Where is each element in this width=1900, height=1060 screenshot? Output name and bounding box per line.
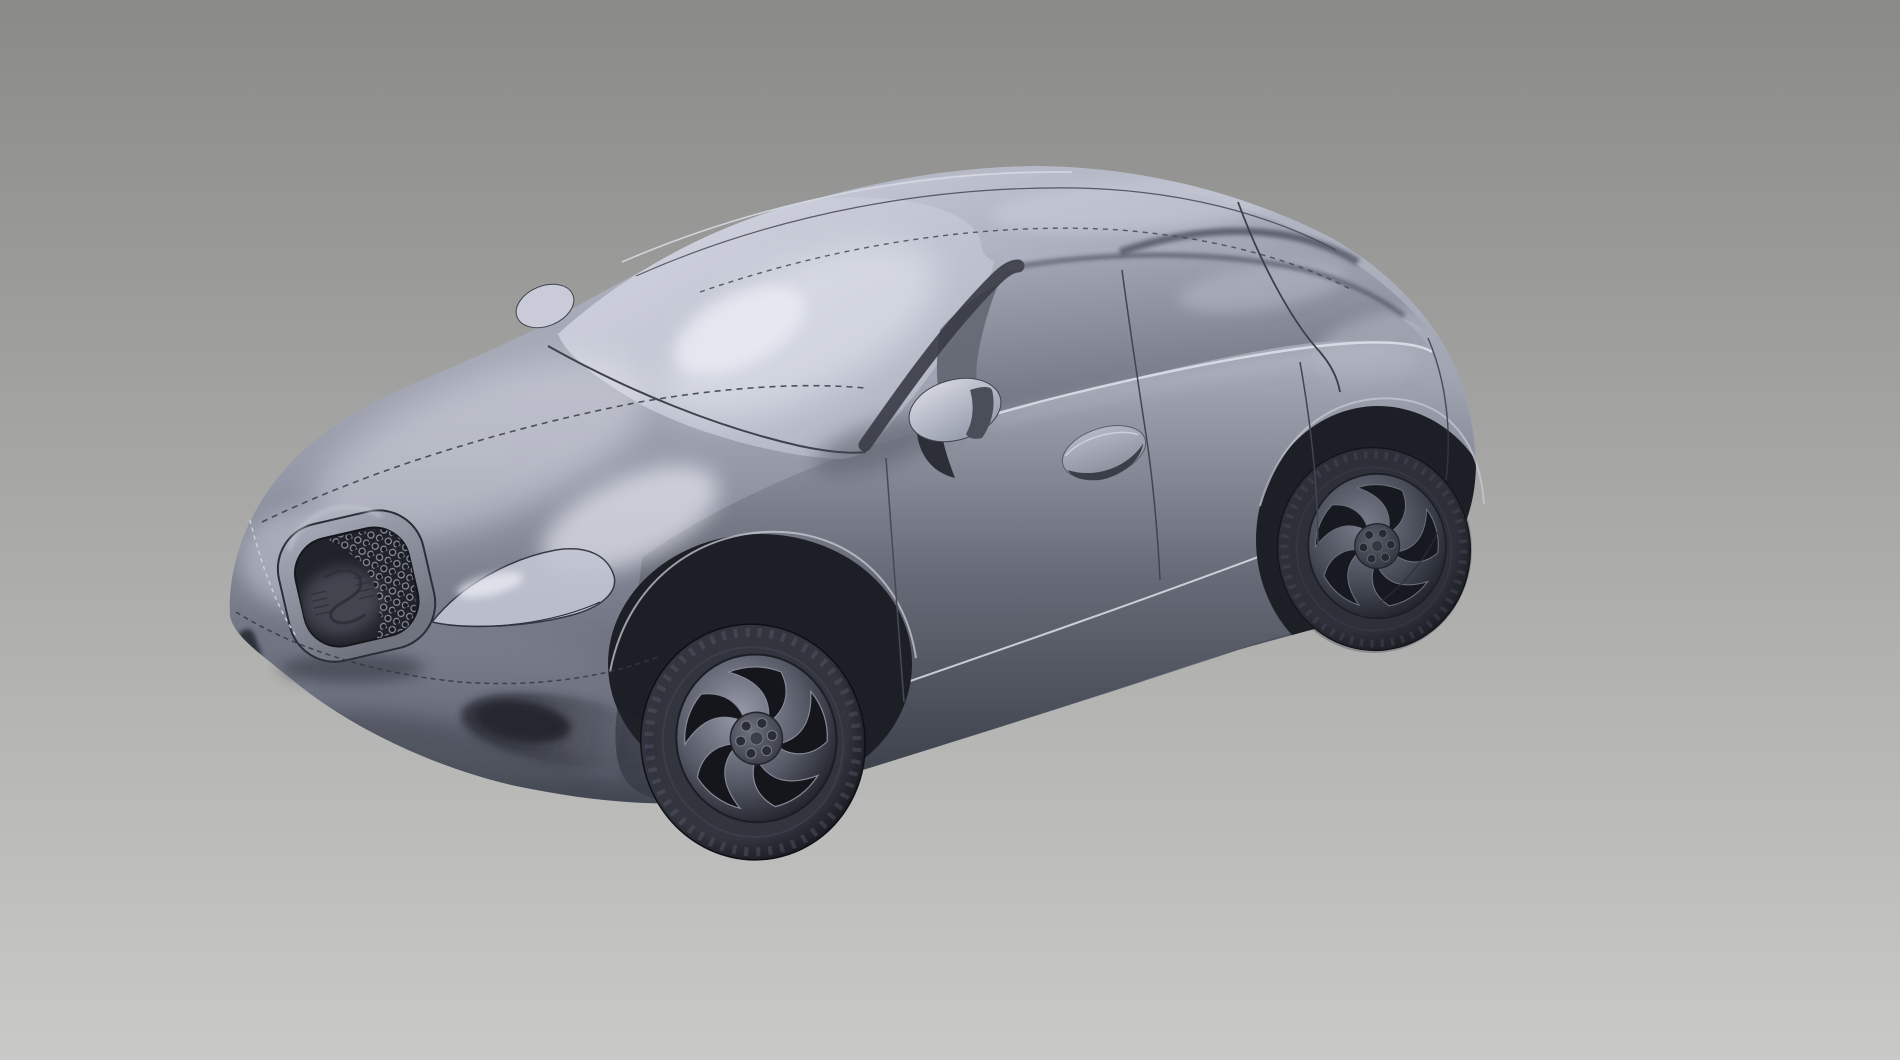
viewport-3d[interactable]: [0, 0, 1900, 1060]
render-stage: [0, 0, 1900, 1060]
rear-wheel-shade: [1276, 445, 1472, 653]
